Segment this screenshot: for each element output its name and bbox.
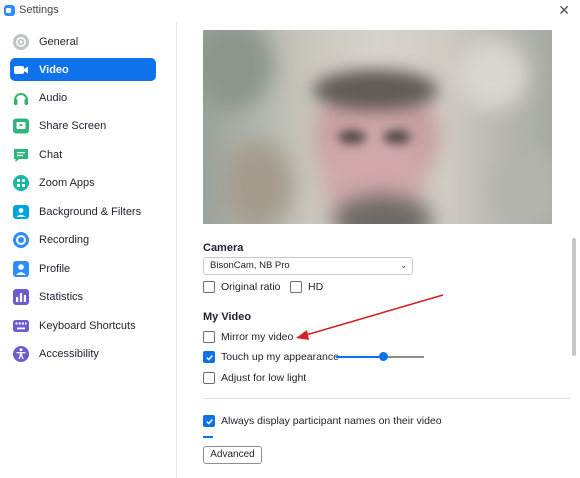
participant-names-checkbox[interactable]: Always display participant names on thei…: [203, 415, 442, 427]
checkbox-box[interactable]: [203, 351, 215, 363]
sidebar-item-audio[interactable]: Audio: [10, 86, 156, 109]
slider-thumb[interactable]: [378, 352, 388, 361]
person-card-icon: [12, 203, 30, 221]
zoom-app-icon: [4, 5, 15, 16]
checkbox-box[interactable]: [203, 331, 215, 343]
sidebar-item-label: Accessibility: [39, 347, 99, 360]
sidebar-item-label: Share Screen: [39, 119, 107, 132]
sidebar-item-recording[interactable]: Recording: [10, 228, 156, 251]
profile-icon: [12, 260, 30, 278]
camera-heading: Camera: [203, 242, 244, 254]
camera-select-value: BisonCam, NB Pro: [210, 260, 290, 271]
headphones-icon: [12, 89, 30, 107]
section-divider: [203, 398, 571, 399]
bar-chart-icon: [12, 288, 30, 306]
checkbox-label: Adjust for low light: [221, 372, 307, 384]
sidebar-item-label: Keyboard Shortcuts: [39, 319, 136, 332]
sidebar-item-zoom-apps[interactable]: Zoom Apps: [10, 171, 156, 194]
video-camera-icon: [12, 61, 30, 79]
recording-icon: [12, 231, 30, 249]
sidebar-item-statistics[interactable]: Statistics: [10, 285, 156, 308]
sidebar-item-label: Profile: [39, 262, 71, 275]
sidebar-item-share-screen[interactable]: Share Screen: [10, 114, 156, 137]
checkbox-label: Original ratio: [221, 281, 281, 293]
scrollbar-thumb[interactable]: [572, 238, 576, 356]
sidebar-item-label: Video: [39, 63, 69, 76]
close-icon[interactable]: ✕: [558, 2, 570, 19]
checkbox-box[interactable]: [203, 281, 215, 293]
sidebar-item-label: Audio: [39, 91, 68, 104]
my-video-heading: My Video: [203, 311, 252, 323]
sidebar-item-profile[interactable]: Profile: [10, 257, 156, 280]
checkmark-icon: [205, 354, 213, 361]
sidebar-item-label: Statistics: [39, 290, 84, 303]
checkmark-icon: [205, 418, 213, 425]
sidebar-item-label: Zoom Apps: [39, 176, 95, 189]
zoom-apps-icon: [12, 174, 30, 192]
slider-fill: [336, 356, 383, 358]
sidebar-item-video[interactable]: Video: [10, 58, 156, 81]
settings-sidebar: General Video Audio Share Screen Chat Zo…: [0, 22, 177, 478]
keyboard-icon: [12, 317, 30, 335]
title-bar: Settings ✕: [0, 0, 580, 22]
camera-select[interactable]: BisonCam, NB Pro ⌄: [203, 257, 413, 275]
sidebar-item-general[interactable]: General: [10, 30, 156, 53]
video-settings-panel: Camera BisonCam, NB Pro ⌄ Original ratio…: [177, 22, 580, 478]
gear-icon: [12, 33, 30, 51]
checkbox-label: Always display participant names on thei…: [221, 415, 442, 427]
low-light-checkbox[interactable]: Adjust for low light: [203, 372, 306, 384]
accessibility-icon: [12, 345, 30, 363]
original-ratio-checkbox[interactable]: Original ratio: [203, 281, 281, 293]
mirror-video-checkbox[interactable]: Mirror my video: [203, 331, 293, 343]
chat-bubble-icon: [12, 146, 30, 164]
hd-checkbox[interactable]: HD: [290, 281, 323, 293]
checkbox-box[interactable]: [203, 372, 215, 384]
sidebar-item-accessibility[interactable]: Accessibility: [10, 342, 156, 365]
advanced-button[interactable]: Advanced: [203, 446, 262, 464]
sidebar-item-label: Background & Filters: [39, 205, 142, 218]
touch-up-checkbox[interactable]: Touch up my appearance: [203, 351, 339, 363]
checkbox-label: Touch up my appearance: [221, 351, 339, 363]
sidebar-item-label: Chat: [39, 148, 63, 161]
camera-preview: [203, 30, 552, 224]
sidebar-item-label: General: [39, 35, 79, 48]
checkbox-label: HD: [308, 281, 324, 293]
checkbox-box[interactable]: [290, 281, 302, 293]
sidebar-item-chat[interactable]: Chat: [10, 143, 156, 166]
checkbox-label: Mirror my video: [221, 331, 294, 343]
sidebar-item-keyboard-shortcuts[interactable]: Keyboard Shortcuts: [10, 314, 156, 337]
checkbox-box[interactable]: [203, 415, 215, 427]
share-screen-icon: [12, 117, 30, 135]
chevron-down-icon: ⌄: [400, 261, 407, 270]
partially-hidden-checkbox[interactable]: [203, 436, 213, 438]
window-title: Settings: [19, 4, 59, 16]
sidebar-item-label: Recording: [39, 233, 90, 246]
touch-up-slider[interactable]: [336, 352, 424, 361]
sidebar-item-background-filters[interactable]: Background & Filters: [10, 200, 156, 223]
